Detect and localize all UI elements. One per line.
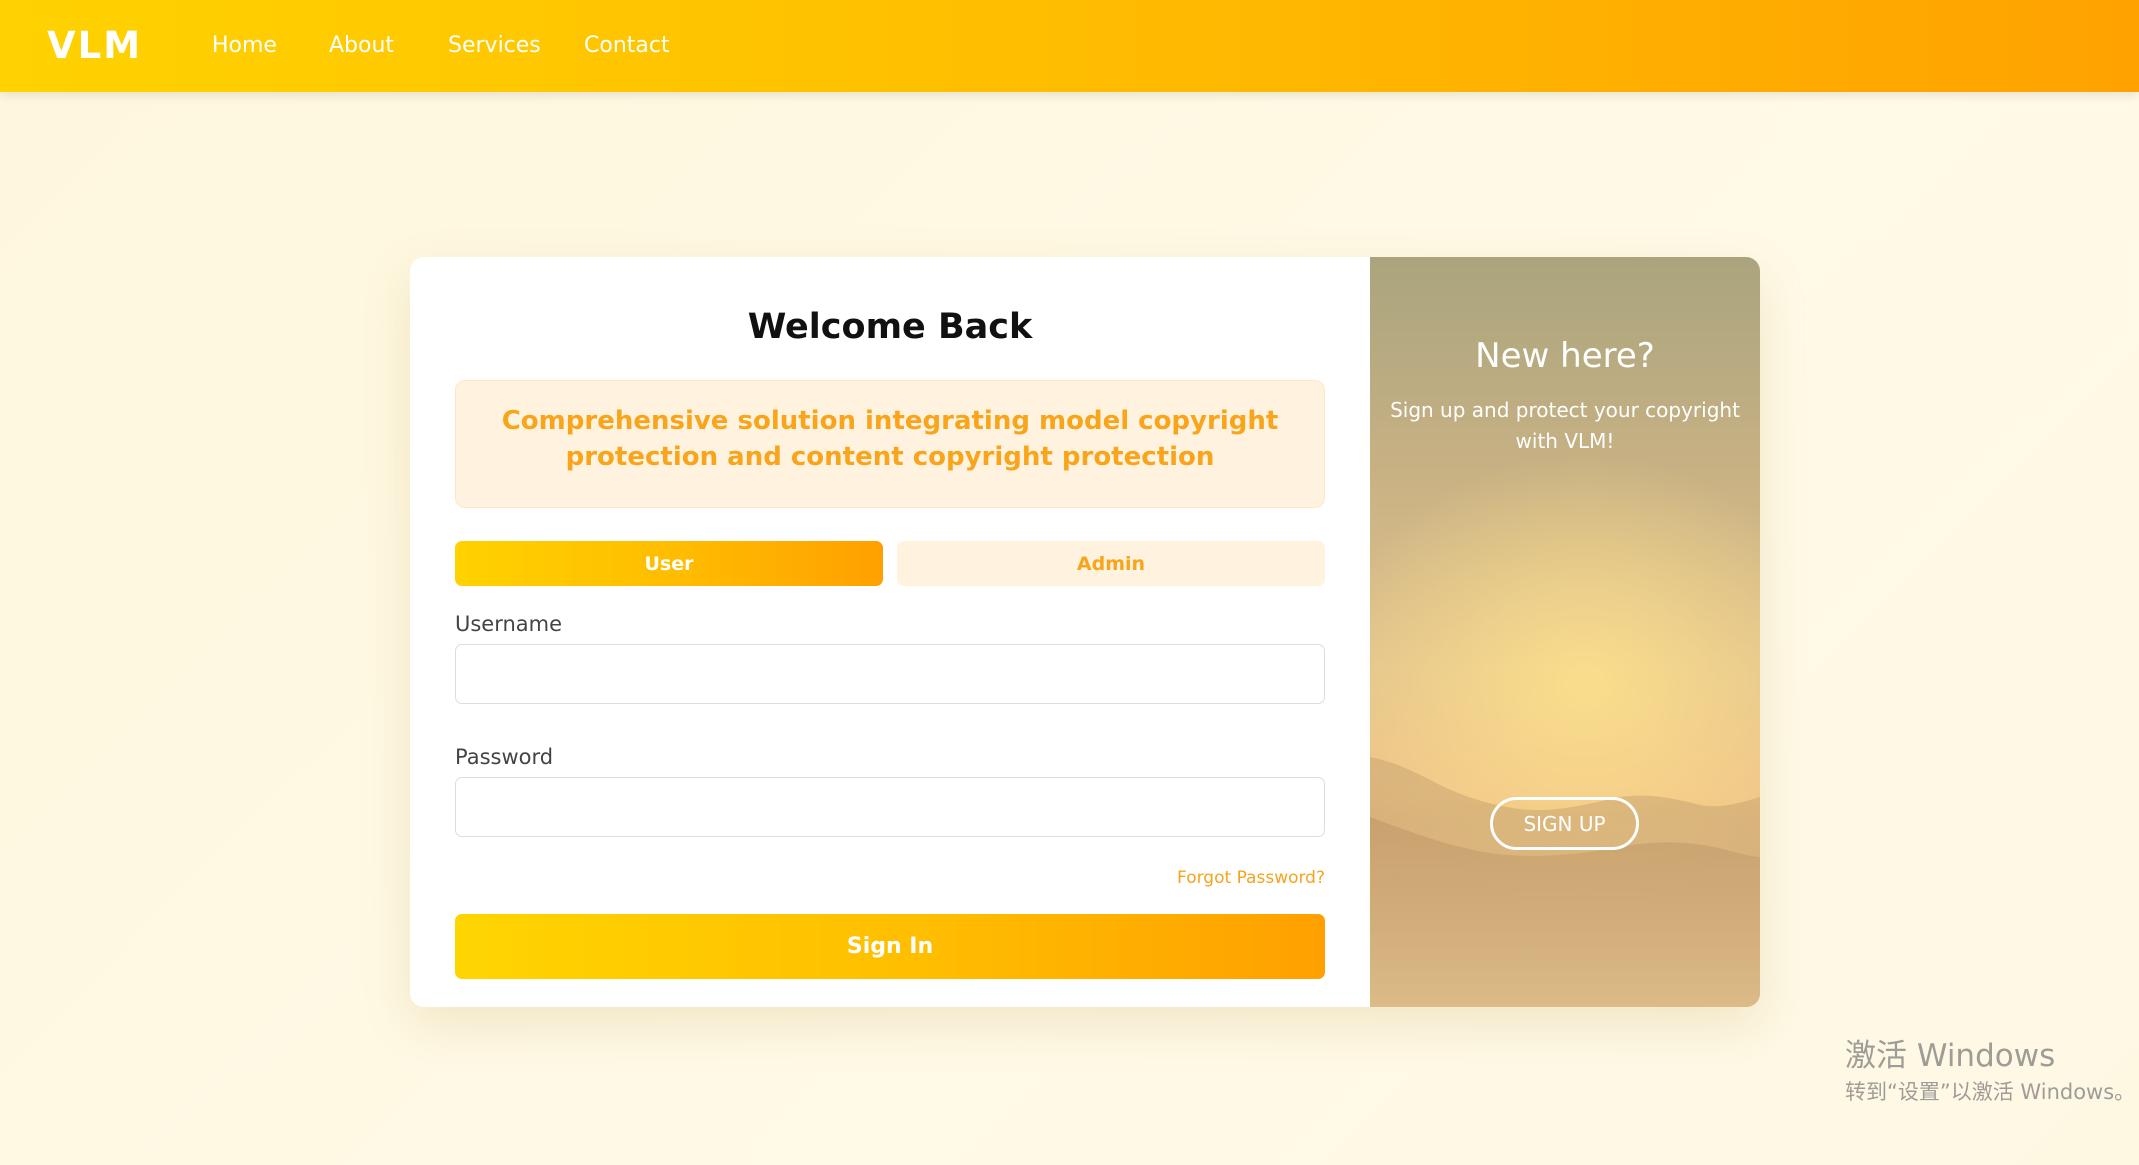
nav-link-home[interactable]: Home [212, 32, 277, 60]
nav-link-about[interactable]: About [329, 32, 394, 60]
role-user-button[interactable]: User [455, 541, 883, 586]
username-label: Username [455, 612, 563, 636]
signup-image-panel: New here? Sign up and protect your copyr… [1370, 257, 1760, 1007]
login-form-panel: Welcome Back Comprehensive solution inte… [410, 257, 1370, 1007]
tagline-text: Comprehensive solution integrating model… [501, 406, 1279, 472]
signup-title: New here? [1475, 336, 1655, 376]
nav-link-services[interactable]: Services [448, 32, 541, 60]
tagline-box: Comprehensive solution integrating model… [455, 380, 1325, 508]
logo[interactable]: VLM [47, 23, 142, 69]
login-card: Welcome Back Comprehensive solution inte… [410, 257, 1760, 1007]
signup-description: Sign up and protect your copyright with … [1390, 398, 1740, 453]
sign-up-button[interactable]: SIGN UP [1490, 797, 1639, 850]
password-label: Password [455, 745, 554, 769]
login-title: Welcome Back [747, 307, 1033, 347]
windows-activation-text: 转到“设置”以激活 Windows。 [1845, 1080, 2136, 1104]
password-input[interactable] [455, 777, 1325, 837]
windows-activation-title: 激活 Windows [1845, 1038, 2056, 1074]
username-input[interactable] [455, 644, 1325, 704]
nav-link-contact[interactable]: Contact [584, 32, 670, 60]
forgot-password-link[interactable]: Forgot Password? [1177, 867, 1325, 889]
role-admin-button[interactable]: Admin [897, 541, 1325, 586]
top-navbar: VLM Home About Services Contact [0, 0, 2139, 92]
sign-in-button[interactable]: Sign In [455, 914, 1325, 979]
